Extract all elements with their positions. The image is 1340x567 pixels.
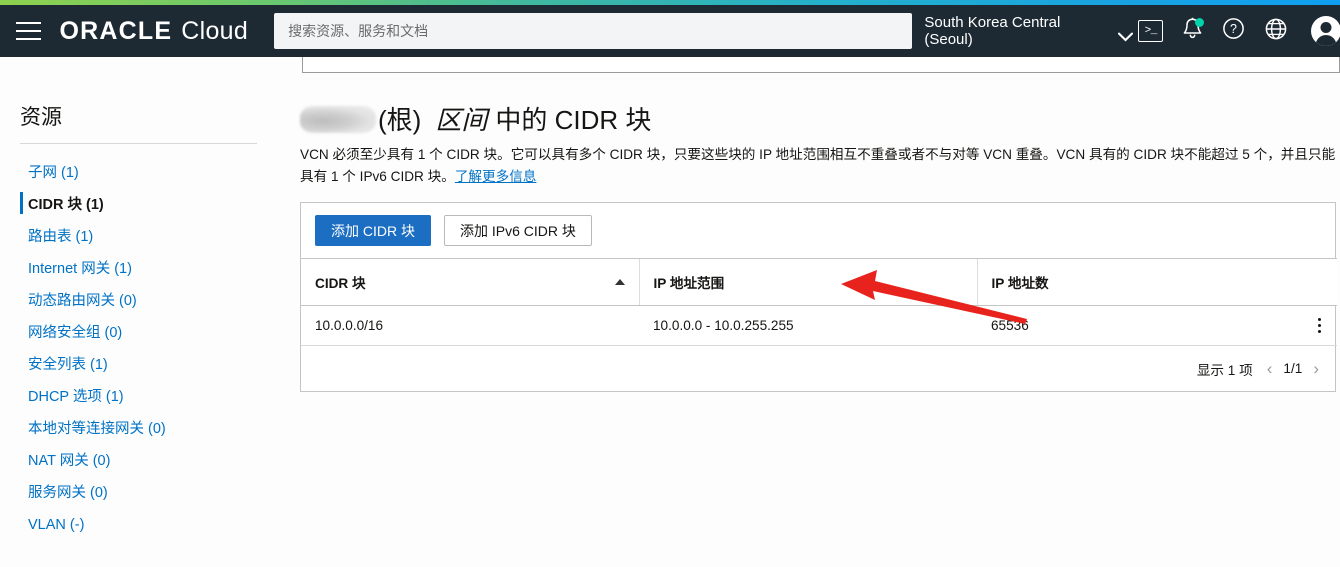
sidebar-item-subnets[interactable]: 子网 (1) — [0, 157, 281, 189]
column-header-ip-address-count[interactable]: IP 地址数 — [976, 258, 1337, 306]
search-input[interactable] — [274, 13, 913, 49]
table-header-row: CIDR 块 IP 地址范围 IP 地址数 — [301, 258, 1337, 306]
sidebar-list: 子网 (1) CIDR 块 (1) 路由表 (1) Internet 网关 (1… — [0, 157, 281, 541]
notifications-button[interactable] — [1172, 5, 1214, 57]
cell-cidr-block: 10.0.0.0/16 — [301, 305, 639, 346]
resources-sidebar: 资源 子网 (1) CIDR 块 (1) 路由表 (1) Internet 网关… — [0, 57, 281, 567]
language-button[interactable] — [1255, 5, 1297, 57]
header-actions: South Korea Central (Seoul) >_ ? — [912, 5, 1340, 57]
region-selector[interactable]: South Korea Central (Seoul) — [912, 5, 1133, 57]
sidebar-divider — [20, 143, 257, 144]
learn-more-link[interactable]: 了解更多信息 — [455, 169, 537, 184]
avatar-icon — [1311, 16, 1340, 46]
hamburger-line — [16, 38, 42, 40]
region-label: South Korea Central (Seoul) — [924, 14, 1061, 48]
help-button[interactable]: ? — [1213, 5, 1255, 57]
sidebar-item-internet-gateways[interactable]: Internet 网关 (1) — [0, 253, 281, 285]
globe-icon — [1264, 17, 1288, 46]
sidebar-item-vlans[interactable]: VLAN (-) — [0, 509, 281, 541]
cloud-wordmark: Cloud — [181, 16, 249, 45]
sidebar-item-nat-gateways[interactable]: NAT 网关 (0) — [0, 445, 281, 477]
page-title-root: (根) — [378, 105, 422, 135]
global-search — [274, 13, 913, 49]
sidebar-item-local-peering-gateways[interactable]: 本地对等连接网关 (0) — [0, 413, 281, 445]
card-toolbar: 添加 CIDR 块 添加 IPv6 CIDR 块 — [301, 203, 1335, 258]
add-cidr-block-button[interactable]: 添加 CIDR 块 — [315, 215, 431, 246]
svg-text:?: ? — [1231, 22, 1238, 36]
cloud-shell-button[interactable]: >_ — [1130, 5, 1172, 57]
page-indicator: 1/1 — [1283, 361, 1303, 376]
cell-ip-address-range: 10.0.0.0 - 10.0.255.255 — [639, 305, 977, 346]
cidr-blocks-table: CIDR 块 IP 地址范围 IP 地址数 10.0.0.0/16 10.0.0… — [301, 258, 1337, 346]
profile-button[interactable] — [1296, 5, 1340, 57]
column-header-cidr-block-label: CIDR 块 — [315, 276, 366, 291]
oracle-wordmark: ORACLE — [59, 16, 173, 45]
table-row[interactable]: 10.0.0.0/16 10.0.0.0 - 10.0.255.255 6553… — [301, 305, 1337, 346]
sidebar-item-route-tables[interactable]: 路由表 (1) — [0, 221, 281, 253]
cell-ip-address-count-value: 65536 — [991, 318, 1029, 333]
hamburger-line — [16, 22, 42, 24]
sidebar-item-security-lists[interactable]: 安全列表 (1) — [0, 349, 281, 381]
hamburger-line — [16, 30, 42, 32]
showing-count-label: 显示 1 项 — [1196, 362, 1253, 378]
page-title: (根) 区间 中的 CIDR 块 — [300, 100, 651, 137]
scrolled-panel-remnant — [302, 57, 1340, 73]
row-actions-menu-icon[interactable] — [1316, 318, 1323, 333]
sidebar-item-network-security-groups[interactable]: 网络安全组 (0) — [0, 317, 281, 349]
page-title-compartment-word: 区间 — [435, 105, 488, 135]
page-body: 资源 子网 (1) CIDR 块 (1) 路由表 (1) Internet 网关… — [0, 57, 1340, 567]
table-footer: 显示 1 项 ‹ 1/1 › — [301, 346, 1335, 391]
page-description: VCN 必须至少具有 1 个 CIDR 块。它可以具有多个 CIDR 块，只要这… — [300, 144, 1340, 188]
column-header-cidr-block[interactable]: CIDR 块 — [301, 258, 639, 306]
global-header: ORACLE Cloud South Korea Central (Seoul)… — [0, 5, 1340, 57]
add-ipv6-cidr-block-button[interactable]: 添加 IPv6 CIDR 块 — [444, 215, 592, 246]
redacted-compartment-name — [300, 106, 376, 133]
pagination: ‹ 1/1 › — [1267, 360, 1319, 377]
sidebar-item-dhcp-options[interactable]: DHCP 选项 (1) — [0, 381, 281, 413]
hamburger-menu-icon[interactable] — [0, 5, 57, 57]
previous-page-button[interactable]: ‹ — [1267, 360, 1273, 377]
sidebar-item-dynamic-routing-gateways[interactable]: 动态路由网关 (0) — [0, 285, 281, 317]
cloud-shell-icon: >_ — [1138, 20, 1164, 42]
next-page-button[interactable]: › — [1313, 360, 1319, 377]
sort-ascending-icon[interactable] — [614, 279, 625, 285]
main-content: (根) 区间 中的 CIDR 块 VCN 必须至少具有 1 个 CIDR 块。它… — [281, 57, 1340, 567]
sidebar-title: 资源 — [20, 106, 62, 129]
cell-ip-address-count: 65536 — [977, 305, 1337, 346]
oracle-cloud-logo[interactable]: ORACLE Cloud — [59, 17, 248, 46]
sidebar-item-cidr-blocks[interactable]: CIDR 块 (1) — [0, 189, 281, 221]
cidr-blocks-card: 添加 CIDR 块 添加 IPv6 CIDR 块 CIDR 块 IP 地址范围 … — [300, 202, 1337, 392]
help-icon: ? — [1222, 17, 1245, 45]
column-header-ip-address-range[interactable]: IP 地址范围 — [638, 258, 977, 306]
app-root: ORACLE Cloud South Korea Central (Seoul)… — [0, 0, 1340, 567]
page-title-rest: 中的 CIDR 块 — [495, 105, 652, 135]
sidebar-item-service-gateways[interactable]: 服务网关 (0) — [0, 477, 281, 509]
